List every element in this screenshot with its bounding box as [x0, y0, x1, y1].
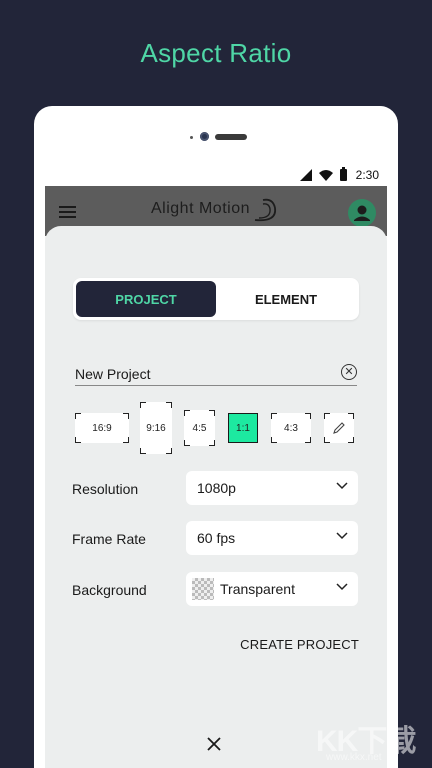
chevron-down-icon [336, 583, 348, 591]
tab-switcher: PROJECT ELEMENT [73, 278, 359, 320]
signal-icon [299, 169, 312, 181]
ratio-label: 16:9 [92, 422, 112, 434]
ratio-label: 9:16 [146, 422, 166, 434]
create-project-button[interactable]: CREATE PROJECT [237, 637, 359, 652]
new-project-sheet: PROJECT ELEMENT ✕ 16:9 9:16 4:5 1:1 4:3 [45, 226, 387, 768]
close-icon[interactable] [206, 736, 222, 752]
tab-element[interactable]: ELEMENT [216, 281, 356, 317]
app-screen: 2:30 Alight Motion PROJECT ELEMENT ✕ [45, 164, 387, 768]
ratio-1-1[interactable]: 1:1 [228, 413, 258, 443]
watermark-url: www.kkx.net [326, 752, 382, 763]
resolution-value: 1080p [197, 480, 236, 496]
close-circle-icon[interactable]: ✕ [341, 364, 357, 380]
ratio-label: 1:1 [236, 422, 250, 434]
frame-rate-value: 60 fps [197, 530, 236, 546]
background-select[interactable]: Transparent [186, 572, 358, 606]
ratio-label: 4:5 [192, 422, 207, 434]
background-label: Background [72, 582, 147, 598]
custom-ratio-button[interactable] [324, 413, 354, 443]
ratio-4-3[interactable]: 4:3 [271, 413, 311, 443]
app-logo-text: Alight Motion [151, 200, 250, 217]
page-headline: Aspect Ratio [140, 38, 292, 68]
sensor-dot [190, 136, 193, 139]
background-value: Transparent [220, 581, 295, 597]
chevron-down-icon [336, 532, 348, 540]
account-icon [354, 205, 370, 221]
battery-icon [339, 167, 347, 181]
frame-rate-select[interactable]: 60 fps [186, 521, 358, 555]
app-logo-swirl-icon [254, 198, 277, 222]
wifi-icon [318, 169, 333, 181]
resolution-label: Resolution [72, 481, 139, 497]
ratio-4-5[interactable]: 4:5 [184, 410, 215, 446]
speaker-grille [215, 134, 247, 140]
transparent-swatch-icon [192, 578, 214, 600]
chevron-down-icon [336, 482, 348, 490]
pencil-icon [333, 422, 345, 434]
status-bar: 2:30 [45, 164, 387, 186]
frame-rate-label: Frame Rate [72, 531, 146, 547]
ratio-label: 4:3 [284, 422, 298, 434]
watermark-logo: KK下载 www.kkx.net [316, 716, 426, 764]
resolution-select[interactable]: 1080p [186, 471, 358, 505]
project-name-input[interactable] [75, 364, 325, 384]
ratio-9-16[interactable]: 9:16 [140, 402, 172, 454]
camera-icon [200, 132, 209, 141]
ratio-16-9[interactable]: 16:9 [75, 413, 129, 443]
project-name-field: ✕ [75, 364, 357, 386]
hamburger-menu-icon[interactable] [59, 206, 76, 218]
tab-project[interactable]: PROJECT [76, 281, 216, 317]
status-time: 2:30 [355, 168, 379, 182]
account-avatar[interactable] [348, 199, 376, 227]
